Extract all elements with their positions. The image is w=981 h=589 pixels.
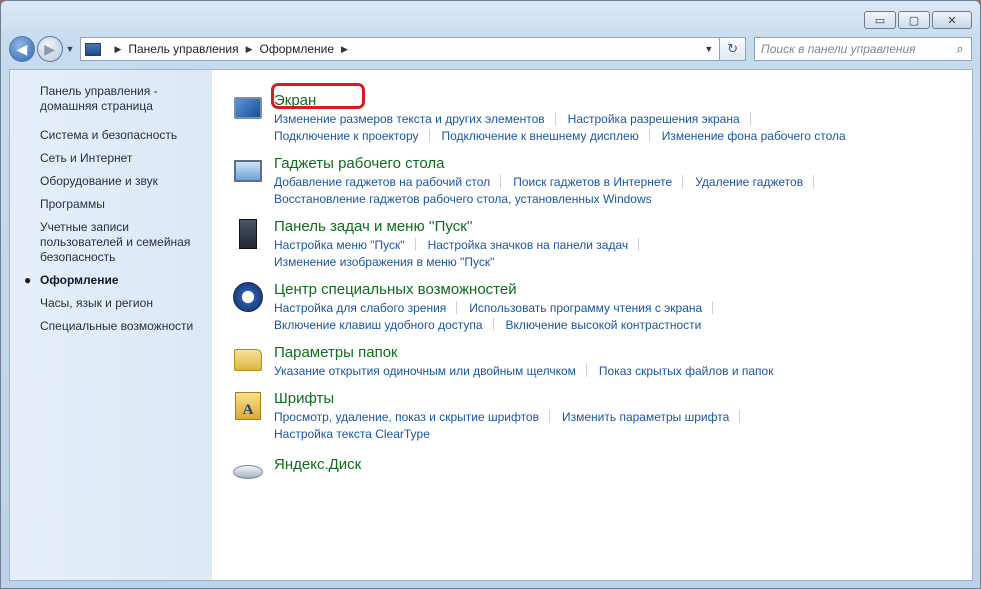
minimize-button[interactable]: ▭ <box>864 11 896 29</box>
forward-arrow-icon: ▶ <box>44 40 56 57</box>
maximize-button[interactable]: ▢ <box>898 11 930 29</box>
task-link[interactable]: Просмотр, удаление, показ и скрытие шриф… <box>274 410 539 424</box>
close-button[interactable]: ✕ <box>932 11 972 29</box>
accessibility-icon <box>232 281 264 313</box>
gadgets-icon <box>232 155 264 187</box>
task-link[interactable]: Настройка для слабого зрения <box>274 301 446 315</box>
breadcrumb-control-panel[interactable]: Панель управления <box>128 42 238 56</box>
category-title[interactable]: Экран <box>274 92 316 109</box>
breadcrumb-arrow-icon[interactable]: ▶ <box>341 44 348 55</box>
task-link[interactable]: Изменение фона рабочего стола <box>662 129 846 143</box>
task-link[interactable]: Включение высокой контрастности <box>506 318 702 332</box>
category-title[interactable]: Панель задач и меню ''Пуск'' <box>274 218 473 235</box>
category-title[interactable]: Яндекс.Диск <box>274 456 361 473</box>
content-pane: Панель управления - домашняя страница Си… <box>9 69 973 581</box>
task-link[interactable]: Настройка текста ClearType <box>274 427 430 441</box>
sidebar-item-clock-region[interactable]: Часы, язык и регион <box>40 296 200 311</box>
search-icon[interactable]: ⌕ <box>949 41 971 57</box>
sidebar-item-label: Оформление <box>40 273 119 287</box>
address-dropdown-icon[interactable]: ▼ <box>704 44 713 54</box>
task-link[interactable]: Указание открытия одиночным или двойным … <box>274 364 576 378</box>
navigation-bar: ◀ ▶ ▼ ▶ Панель управления ▶ Оформление ▶… <box>9 33 972 65</box>
control-panel-icon <box>85 42 102 56</box>
refresh-button[interactable]: ↻ <box>720 37 747 61</box>
category-links: Настройка для слабого зрения Использовать… <box>274 301 914 335</box>
sidebar-item-appearance[interactable]: ● Оформление <box>24 273 200 288</box>
back-arrow-icon: ◀ <box>16 40 28 57</box>
sidebar-item-system-security[interactable]: Система и безопасность <box>40 128 200 143</box>
category-links: Изменение размеров текста и других элеме… <box>274 112 914 146</box>
sidebar-item-accessibility[interactable]: Специальные возможности <box>40 319 200 334</box>
task-link[interactable]: Добавление гаджетов на рабочий стол <box>274 175 490 189</box>
task-link[interactable]: Изменить параметры шрифта <box>562 410 729 424</box>
breadcrumb-arrow-icon[interactable]: ▶ <box>246 44 253 55</box>
taskbar-icon <box>232 218 264 250</box>
control-panel-window: ▭ ▢ ✕ ◀ ▶ ▼ ▶ Панель управления ▶ Оформл… <box>0 0 981 589</box>
task-link[interactable]: Настройка значков на панели задач <box>428 238 629 252</box>
address-bar[interactable]: ▶ Панель управления ▶ Оформление ▶ ▼ <box>80 37 721 61</box>
yandex-disk-icon <box>232 456 264 488</box>
task-link[interactable]: Подключение к внешнему дисплею <box>442 129 639 143</box>
task-link[interactable]: Настройка разрешения экрана <box>568 112 740 126</box>
task-link[interactable]: Подключение к проектору <box>274 129 419 143</box>
task-link[interactable]: Включение клавиш удобного доступа <box>274 318 483 332</box>
task-link[interactable]: Настройка меню "Пуск" <box>274 238 405 252</box>
sidebar-item-network[interactable]: Сеть и Интернет <box>40 151 200 166</box>
category-links: Указание открытия одиночным или двойным … <box>274 364 914 381</box>
task-link[interactable]: Показ скрытых файлов и папок <box>599 364 774 378</box>
category-title[interactable]: Гаджеты рабочего стола <box>274 155 444 172</box>
sidebar-item-hardware-sound[interactable]: Оборудование и звук <box>40 174 200 189</box>
category-links: Настройка меню "Пуск" Настройка значков н… <box>274 238 914 272</box>
task-link[interactable]: Удаление гаджетов <box>695 175 803 189</box>
search-placeholder: Поиск в панели управления <box>761 42 916 56</box>
category-links: Добавление гаджетов на рабочий стол Поиск… <box>274 175 914 209</box>
sidebar: Панель управления - домашняя страница Си… <box>10 70 212 580</box>
task-link[interactable]: Изменение размеров текста и других элеме… <box>274 112 545 126</box>
folder-options-icon <box>232 344 264 376</box>
breadcrumb-appearance[interactable]: Оформление <box>260 42 334 56</box>
task-link[interactable]: Изменение изображения в меню "Пуск" <box>274 255 494 269</box>
forward-button[interactable]: ▶ <box>36 36 63 62</box>
task-link[interactable]: Использовать программу чтения с экрана <box>469 301 702 315</box>
recent-pages-dropdown[interactable]: ▼ <box>66 44 75 54</box>
back-button[interactable]: ◀ <box>9 36 35 62</box>
breadcrumb-arrow-icon[interactable]: ▶ <box>114 44 121 55</box>
category-title[interactable]: Параметры папок <box>274 344 398 361</box>
window-controls: ▭ ▢ ✕ <box>864 11 972 29</box>
sidebar-home-link[interactable]: Панель управления - домашняя страница <box>40 84 200 114</box>
category-title[interactable]: Шрифты <box>274 390 334 407</box>
fonts-icon: A <box>232 390 264 422</box>
category-links: Просмотр, удаление, показ и скрытие шриф… <box>274 410 914 444</box>
monitor-icon <box>232 92 264 124</box>
refresh-icon: ↻ <box>727 41 739 56</box>
active-bullet-icon: ● <box>24 273 32 287</box>
main-panel: Экран Изменение размеров текста и других… <box>212 70 972 580</box>
category-title[interactable]: Центр специальных возможностей <box>274 281 517 298</box>
search-input[interactable]: Поиск в панели управления ⌕ <box>754 37 972 61</box>
task-link[interactable]: Восстановление гаджетов рабочего стола, … <box>274 192 652 206</box>
sidebar-item-programs[interactable]: Программы <box>40 197 200 212</box>
task-link[interactable]: Поиск гаджетов в Интернете <box>513 175 672 189</box>
sidebar-item-user-accounts[interactable]: Учетные записи пользователей и семейная … <box>40 220 200 265</box>
